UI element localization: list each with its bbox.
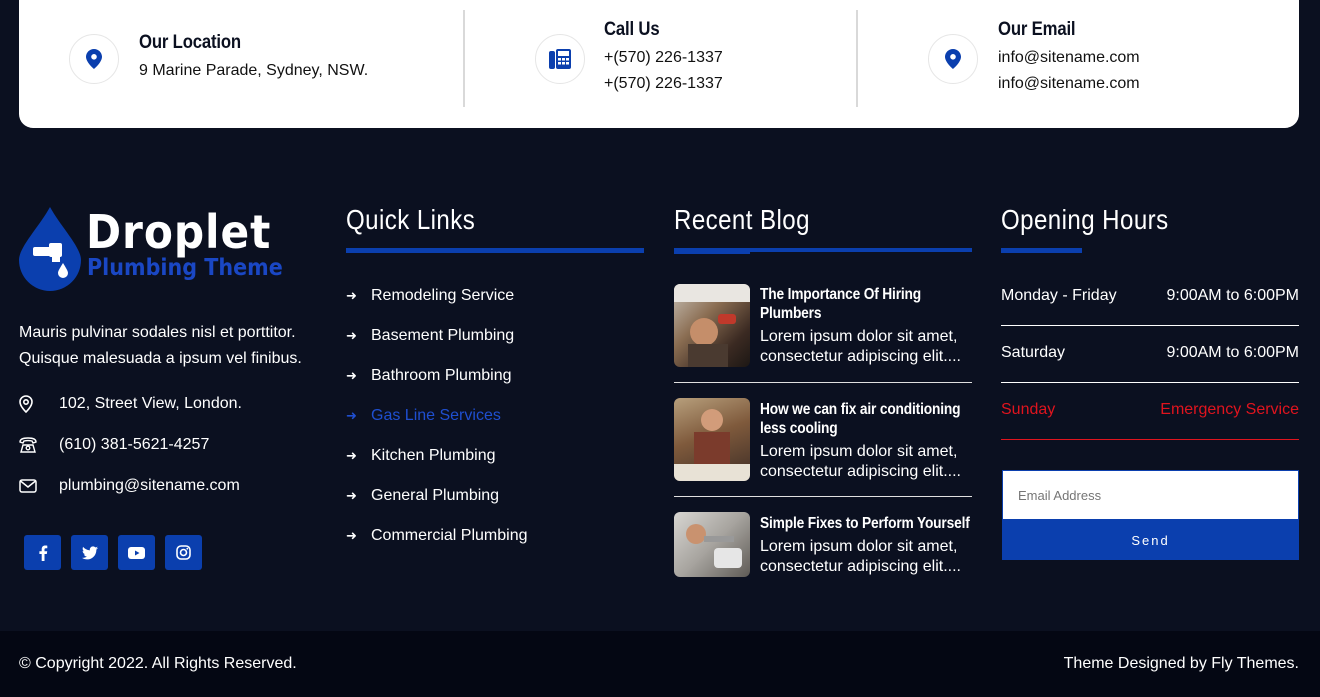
twitter-icon: [81, 545, 98, 559]
blog-post-title[interactable]: How we can fix air conditioning less coo…: [760, 400, 966, 438]
telephone-icon: [19, 437, 59, 453]
blog-thumbnail[interactable]: [674, 512, 750, 577]
blog-thumbnail[interactable]: [674, 284, 750, 367]
hours-time: 9:00AM to 6:00PM: [1166, 287, 1299, 304]
arrow-right-icon: ➜: [346, 328, 357, 343]
call-phone-1[interactable]: +(570) 226-1337: [604, 49, 723, 67]
phone-row[interactable]: (610) 381-5621-4257: [19, 436, 209, 454]
recent-blog-heading: Recent Blog: [674, 204, 810, 235]
hours-day: Saturday: [1001, 344, 1066, 361]
send-button[interactable]: Send: [1002, 520, 1299, 560]
map-marker-icon: [19, 395, 59, 413]
quick-link-label: Kitchen Plumbing: [371, 447, 496, 464]
blog-post-excerpt: Lorem ipsum dolor sit amet, consectetur …: [760, 328, 961, 365]
location-pin-icon: [928, 34, 978, 84]
hours-time: Emergency Service: [1160, 401, 1299, 418]
twitter-button[interactable]: [71, 535, 108, 570]
theme-credit-link[interactable]: Theme Designed by Fly Themes.: [1064, 655, 1299, 673]
blog-post-title[interactable]: Simple Fixes to Perform Yourself: [760, 514, 984, 533]
hours-separator: [1001, 325, 1299, 326]
hours-separator-red: [1001, 439, 1299, 440]
arrow-right-icon: ➜: [346, 408, 357, 423]
location-pin-icon: [69, 34, 119, 84]
quick-links-underline: [346, 248, 644, 253]
location-title: Our Location: [139, 32, 241, 53]
phone-text: (610) 381-5621-4257: [59, 436, 210, 453]
blog-thumbnail[interactable]: [674, 398, 750, 481]
quick-link-item[interactable]: ➜ Gas Line Services: [346, 407, 501, 425]
contact-divider: [463, 10, 465, 107]
youtube-icon: [128, 546, 145, 559]
blog-post-excerpt: Lorem ipsum dolor sit amet, consectetur …: [760, 443, 961, 480]
blog-separator: [674, 382, 972, 383]
hours-day: Sunday: [1001, 401, 1056, 418]
opening-hours-heading: Opening Hours: [1001, 204, 1169, 235]
arrow-right-icon: ➜: [346, 368, 357, 383]
quick-link-label: Gas Line Services: [371, 407, 501, 424]
address-row: 102, Street View, London.: [19, 395, 242, 413]
brand-name: Droplet: [86, 205, 272, 259]
quick-link-label: Remodeling Service: [371, 287, 515, 304]
quick-link-label: Basement Plumbing: [371, 327, 515, 344]
email-address-1[interactable]: info@sitename.com: [998, 49, 1140, 67]
droplet-logo-icon: [19, 207, 81, 291]
copyright-text: © Copyright 2022. All Rights Reserved.: [19, 655, 297, 672]
brand-tagline: Plumbing Theme: [87, 255, 283, 281]
blog-heading-accent: [674, 251, 750, 254]
quick-link-label: General Plumbing: [371, 487, 500, 504]
facebook-icon: [38, 545, 47, 561]
call-phone-2[interactable]: +(570) 226-1337: [604, 75, 723, 93]
instagram-button[interactable]: [165, 535, 202, 570]
arrow-right-icon: ➜: [346, 488, 357, 503]
blog-separator: [674, 496, 972, 497]
blog-post-title[interactable]: The Importance Of Hiring Plumbers: [760, 285, 966, 323]
email-title: Our Email: [998, 19, 1076, 40]
hours-separator: [1001, 382, 1299, 383]
email-row[interactable]: plumbing@sitename.com: [19, 477, 240, 495]
address-text: 102, Street View, London.: [59, 395, 242, 412]
contact-card: Our Location 9 Marine Parade, Sydney, NS…: [19, 0, 1299, 128]
quick-link-label: Commercial Plumbing: [371, 527, 528, 544]
instagram-icon: [176, 545, 191, 560]
quick-link-item[interactable]: ➜ Bathroom Plumbing: [346, 367, 512, 385]
quick-link-item[interactable]: ➜ General Plumbing: [346, 487, 499, 505]
location-address: 9 Marine Parade, Sydney, NSW.: [139, 62, 369, 79]
quick-links-heading: Quick Links: [346, 204, 476, 235]
quick-link-item[interactable]: ➜ Basement Plumbing: [346, 327, 514, 345]
newsletter-email-input[interactable]: [1002, 470, 1299, 520]
arrow-right-icon: ➜: [346, 288, 357, 303]
fax-phone-icon: [535, 34, 585, 84]
call-title: Call Us: [604, 19, 660, 40]
quick-link-label: Bathroom Plumbing: [371, 367, 512, 384]
hours-heading-underline: [1001, 248, 1082, 253]
email-address-2[interactable]: info@sitename.com: [998, 75, 1140, 93]
quick-link-item[interactable]: ➜ Commercial Plumbing: [346, 527, 528, 545]
quick-link-item[interactable]: ➜ Remodeling Service: [346, 287, 514, 305]
blog-post-excerpt: Lorem ipsum dolor sit amet, consectetur …: [760, 538, 961, 575]
arrow-right-icon: ➜: [346, 448, 357, 463]
hours-day: Monday - Friday: [1001, 287, 1117, 304]
arrow-right-icon: ➜: [346, 528, 357, 543]
email-text: plumbing@sitename.com: [59, 477, 240, 494]
contact-divider: [856, 10, 858, 107]
quick-link-item[interactable]: ➜ Kitchen Plumbing: [346, 447, 496, 465]
youtube-button[interactable]: [118, 535, 155, 570]
about-text: Mauris pulvinar sodales nisl et porttito…: [19, 324, 302, 367]
hours-time: 9:00AM to 6:00PM: [1166, 344, 1299, 361]
envelope-icon: [19, 479, 59, 493]
facebook-button[interactable]: [24, 535, 61, 570]
